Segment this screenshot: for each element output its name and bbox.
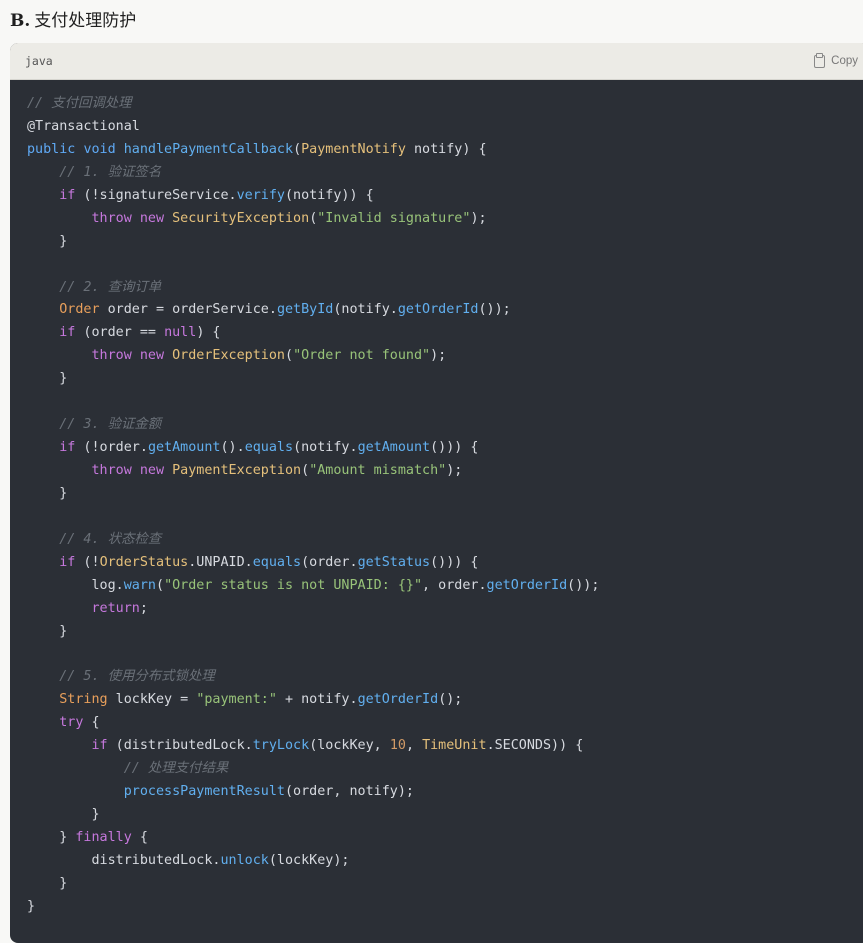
code-line: log.warn("Order status is not UNPAID: {}… bbox=[27, 577, 600, 593]
code-line: throw new OrderException("Order not foun… bbox=[91, 348, 447, 364]
code-line: if (distributedLock.tryLock(lockKey, 10,… bbox=[91, 738, 584, 754]
section-title: 支付处理防护 bbox=[34, 11, 137, 31]
code-line: } bbox=[27, 875, 68, 891]
code-line: // 1. 验证签名 bbox=[59, 164, 162, 180]
code-line: // 处理支付结果 bbox=[123, 761, 229, 777]
code-line: @Transactional bbox=[27, 118, 140, 134]
code-line: // 2. 查询订单 bbox=[59, 279, 162, 295]
code-language-label: java bbox=[25, 54, 53, 68]
code-line: processPaymentResult(order, notify); bbox=[123, 784, 414, 800]
code-line: } bbox=[27, 807, 100, 823]
code-line: } bbox=[27, 623, 68, 639]
code-line: // 4. 状态检查 bbox=[59, 531, 162, 547]
clipboard-icon bbox=[814, 52, 826, 68]
code-line: } bbox=[27, 233, 68, 249]
code-line: } bbox=[27, 898, 36, 914]
code-block-header: java Copy bbox=[10, 43, 863, 80]
code-line: // 5. 使用分布式锁处理 bbox=[59, 669, 215, 685]
section-heading: B. 支付处理防护 bbox=[10, 6, 136, 31]
copy-button-label: Copy bbox=[831, 55, 858, 67]
section-number: B. bbox=[10, 11, 31, 31]
code-line: Order order = orderService.getById(notif… bbox=[59, 302, 511, 318]
code-line: if (order == null) { bbox=[59, 325, 221, 341]
code-line: distributedLock.unlock(lockKey); bbox=[27, 852, 350, 868]
code-block: java Copy // 支付回调处理 @Transactional public … bbox=[10, 43, 863, 943]
code-line: } finally { bbox=[27, 830, 148, 845]
code-content: // 支付回调处理 @Transactional public void handl… bbox=[10, 80, 863, 919]
code-line: return; bbox=[91, 600, 148, 616]
code-line: } bbox=[27, 371, 68, 387]
code-line: try { bbox=[59, 715, 100, 731]
code-line: String lockKey = "payment:" + notify.get… bbox=[59, 692, 463, 708]
code-line: throw new SecurityException("Invalid sig… bbox=[91, 210, 487, 226]
code-line: } bbox=[27, 485, 68, 501]
code-line: if (!order.getAmount().equals(notify.get… bbox=[59, 440, 479, 456]
code-line: if (!signatureService.verify(notify)) { bbox=[59, 187, 374, 203]
code-line: throw new PaymentException("Amount misma… bbox=[91, 463, 463, 478]
copy-button[interactable]: Copy bbox=[814, 52, 858, 68]
code-line: // 支付回调处理 bbox=[27, 96, 132, 111]
code-line: if (!OrderStatus.UNPAID.equals(order.get… bbox=[59, 554, 479, 570]
code-line: // 3. 验证金额 bbox=[59, 417, 162, 433]
code-line: public void handlePaymentCallback(Paymen… bbox=[27, 141, 487, 157]
